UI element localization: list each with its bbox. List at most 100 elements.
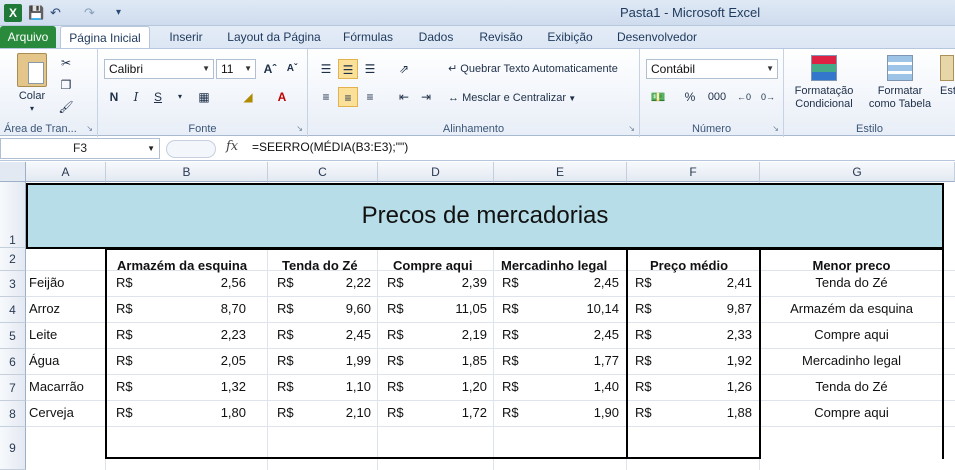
- align-bottom-icon[interactable]: ☰: [360, 59, 380, 79]
- lowest-store-cell[interactable]: Armazém da esquina: [761, 301, 942, 316]
- wrap-text-button[interactable]: ↵ Quebrar Texto Automaticamente: [448, 60, 618, 78]
- percent-button[interactable]: %: [680, 87, 700, 107]
- row-header-2[interactable]: 2: [0, 248, 26, 271]
- price-cell[interactable]: 1,77: [559, 353, 619, 368]
- format-as-table-button[interactable]: Formatar como Tabela: [864, 53, 936, 111]
- product-name-cell[interactable]: Cerveja: [29, 405, 74, 420]
- clipboard-launcher-icon[interactable]: ↘: [86, 124, 93, 133]
- average-price-cell[interactable]: 1,92: [692, 353, 752, 368]
- row-header-1[interactable]: 1: [0, 182, 26, 248]
- align-middle-icon[interactable]: ☰: [338, 59, 358, 79]
- orientation-icon[interactable]: ⇗: [394, 59, 414, 79]
- header-tenda[interactable]: Tenda do Zé: [282, 258, 358, 273]
- column-header-d[interactable]: D: [378, 162, 494, 182]
- borders-icon[interactable]: ▦: [194, 87, 214, 107]
- header-preco-medio[interactable]: Preço médio: [650, 258, 728, 273]
- row-header-7[interactable]: 7: [0, 375, 26, 401]
- column-header-b[interactable]: B: [106, 162, 268, 182]
- row-header-4[interactable]: 4: [0, 297, 26, 323]
- column-header-e[interactable]: E: [494, 162, 627, 182]
- product-name-cell[interactable]: Leite: [29, 327, 57, 342]
- insert-function-icon[interactable]: fx: [226, 139, 246, 154]
- price-cell[interactable]: 9,60: [311, 301, 371, 316]
- font-launcher-icon[interactable]: ↘: [296, 124, 303, 133]
- price-cell[interactable]: 2,56: [186, 275, 246, 290]
- tab-insert[interactable]: Inserir: [160, 26, 212, 48]
- tab-data[interactable]: Dados: [410, 26, 462, 48]
- underline-button[interactable]: S: [148, 87, 168, 107]
- average-price-cell[interactable]: 1,88: [692, 405, 752, 420]
- lowest-store-cell[interactable]: Compre aqui: [761, 327, 942, 342]
- thousands-button[interactable]: 000: [704, 87, 730, 107]
- paste-button[interactable]: Colar ▾: [10, 51, 54, 113]
- number-format-select[interactable]: Contábil ▼: [646, 59, 778, 79]
- price-cell[interactable]: 1,85: [427, 353, 487, 368]
- underline-dropdown-icon[interactable]: ▾: [170, 87, 190, 107]
- save-icon[interactable]: 💾: [28, 4, 44, 22]
- header-armazem[interactable]: Armazém da esquina: [117, 258, 247, 273]
- column-header-a[interactable]: A: [26, 162, 106, 182]
- price-cell[interactable]: 2,10: [311, 405, 371, 420]
- row-header-5[interactable]: 5: [0, 323, 26, 349]
- price-cell[interactable]: 2,45: [311, 327, 371, 342]
- price-cell[interactable]: 8,70: [186, 301, 246, 316]
- price-cell[interactable]: 2,45: [559, 275, 619, 290]
- align-top-icon[interactable]: ☰: [316, 59, 336, 79]
- price-cell[interactable]: 11,05: [427, 301, 487, 316]
- price-cell[interactable]: 1,40: [559, 379, 619, 394]
- price-cell[interactable]: 1,80: [186, 405, 246, 420]
- header-compre[interactable]: Compre aqui: [393, 258, 472, 273]
- row-header-9[interactable]: 9: [0, 427, 26, 470]
- column-header-c[interactable]: C: [268, 162, 378, 182]
- lowest-store-cell[interactable]: Tenda do Zé: [761, 275, 942, 290]
- fill-color-icon[interactable]: ◢: [238, 87, 258, 107]
- formula-input[interactable]: =SEERRO(MÉDIA(B3:E3);""): [252, 140, 408, 154]
- lowest-store-cell[interactable]: Tenda do Zé: [761, 379, 942, 394]
- price-cell[interactable]: 2,45: [559, 327, 619, 342]
- alignment-launcher-icon[interactable]: ↘: [628, 124, 635, 133]
- price-cell[interactable]: 2,19: [427, 327, 487, 342]
- merge-center-button[interactable]: ↔ Mesclar e Centralizar ▼: [448, 89, 576, 108]
- undo-icon[interactable]: ↶: [50, 4, 61, 22]
- shrink-font-icon[interactable]: Aˇ: [282, 59, 302, 79]
- average-price-cell[interactable]: 2,41: [692, 275, 752, 290]
- product-name-cell[interactable]: Macarrão: [29, 379, 84, 394]
- customize-quick-access-icon[interactable]: ▾: [116, 4, 121, 22]
- tab-page-layout[interactable]: Layout da Página: [222, 26, 326, 48]
- price-cell[interactable]: 1,72: [427, 405, 487, 420]
- column-header-g[interactable]: G: [760, 162, 955, 182]
- lowest-store-cell[interactable]: Compre aqui: [761, 405, 942, 420]
- tab-view[interactable]: Exibição: [540, 26, 600, 48]
- font-size-select[interactable]: 11 ▼: [216, 59, 256, 79]
- price-cell[interactable]: 2,23: [186, 327, 246, 342]
- align-right-icon[interactable]: ≡: [360, 87, 380, 107]
- price-cell[interactable]: 1,99: [311, 353, 371, 368]
- font-color-icon[interactable]: A: [272, 87, 292, 107]
- price-cell[interactable]: 10,14: [559, 301, 619, 316]
- cut-icon[interactable]: ✂: [56, 53, 76, 73]
- tab-file[interactable]: Arquivo: [0, 26, 56, 48]
- row-header-8[interactable]: 8: [0, 401, 26, 427]
- price-cell[interactable]: 1,10: [311, 379, 371, 394]
- average-price-cell[interactable]: 1,26: [692, 379, 752, 394]
- product-name-cell[interactable]: Arroz: [29, 301, 60, 316]
- price-cell[interactable]: 1,90: [559, 405, 619, 420]
- format-painter-icon[interactable]: 🖌: [56, 97, 76, 117]
- bold-button[interactable]: N: [104, 87, 124, 107]
- align-left-icon[interactable]: ≡: [316, 87, 336, 107]
- align-center-icon[interactable]: ≡: [338, 87, 358, 107]
- sheet-title-cell[interactable]: Precos de mercadorias: [26, 183, 944, 249]
- copy-icon[interactable]: ❐: [56, 75, 76, 95]
- conditional-formatting-button[interactable]: Formatação Condicional: [788, 53, 860, 111]
- row-header-6[interactable]: 6: [0, 349, 26, 375]
- price-cell[interactable]: 1,32: [186, 379, 246, 394]
- header-mercadinho[interactable]: Mercadinho legal: [501, 258, 607, 273]
- price-cell[interactable]: 1,20: [427, 379, 487, 394]
- tab-developer[interactable]: Desenvolvedor: [610, 26, 704, 48]
- decrease-decimal-icon[interactable]: 0→: [758, 87, 778, 107]
- increase-decimal-icon[interactable]: ←0: [734, 87, 754, 107]
- row-header-3[interactable]: 3: [0, 271, 26, 297]
- font-name-select[interactable]: Calibri ▼: [104, 59, 214, 79]
- product-name-cell[interactable]: Água: [29, 353, 59, 368]
- product-name-cell[interactable]: Feijão: [29, 275, 64, 290]
